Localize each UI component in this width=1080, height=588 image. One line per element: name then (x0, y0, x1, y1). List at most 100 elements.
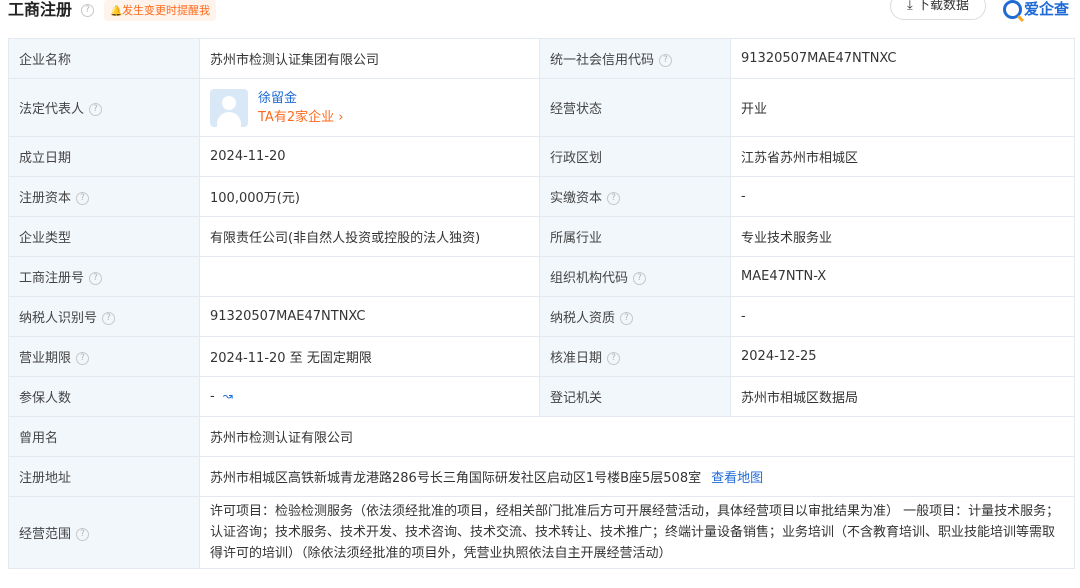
view-map-link[interactable]: 查看地图 (711, 471, 763, 486)
taxpayer-qual-label: 纳税人资质 (550, 311, 616, 326)
legal-rep-label-cell: 法定代表人? (8, 78, 200, 137)
logo-text: 爱企查 (1024, 0, 1070, 18)
section-title: 工商注册 (8, 0, 73, 19)
scope-label: 经营范围 (19, 527, 72, 542)
trend-chart-icon[interactable]: ↝ (223, 389, 233, 403)
region-label: 行政区划 (539, 136, 731, 177)
table-row: 企业类型 有限责任公司(非自然人投资或控股的法人独资) 所属行业 专业技术服务业 (8, 216, 1075, 257)
approval-date-label: 核准日期 (550, 351, 603, 366)
org-code-label-cell: 组织机构代码? (539, 256, 731, 297)
help-icon[interactable]: ? (607, 192, 621, 205)
term-label-cell: 营业期限? (8, 336, 200, 377)
business-scope: 许可项目：检验检测服务（依法须经批准的项目，经相关部门批准后方可开展经营活动，具… (199, 496, 1075, 569)
reg-number-label-cell: 工商注册号? (8, 256, 200, 297)
former-name: 苏州市检测认证有限公司 (199, 416, 1075, 457)
download-label: 下载数据 (916, 0, 969, 13)
help-icon[interactable]: ? (607, 352, 621, 365)
industry-label: 所属行业 (539, 216, 731, 257)
company-type-label: 企业类型 (8, 216, 200, 257)
legal-rep-name[interactable]: 徐留金 (258, 89, 343, 108)
address-cell: 苏州市相城区高铁新城青龙港路286号长三角国际研发社区启动区1号楼B座5层508… (199, 456, 1075, 497)
change-alert-label: 发生变更时提醒我 (122, 4, 210, 17)
company-type: 有限责任公司(非自然人投资或控股的法人独资) (199, 216, 540, 257)
established-label: 成立日期 (8, 136, 200, 177)
reg-capital: 100,000万(元) (199, 176, 540, 217)
legal-rep-label: 法定代表人 (19, 102, 85, 117)
help-icon[interactable]: ? (76, 352, 90, 365)
legal-rep-info: 徐留金 TA有2家企业 › (258, 89, 343, 127)
status: 开业 (730, 78, 1075, 137)
business-registration-table: 企业名称 苏州市检测认证集团有限公司 统一社会信用代码? 91320507MAE… (8, 38, 1075, 569)
bell-icon: 🔔 (110, 6, 123, 17)
credit-code: 91320507MAE47NTNXC (730, 38, 1075, 79)
table-row: 注册资本? 100,000万(元) 实缴资本? - (8, 176, 1075, 217)
help-icon[interactable]: ? (89, 272, 103, 285)
registrar-label: 登记机关 (539, 376, 731, 417)
download-button[interactable]: ⤓ 下载数据 (890, 0, 986, 20)
table-row: 参保人数 - ↝ 登记机关 苏州市相城区数据局 (8, 376, 1075, 417)
legal-rep-cell: 徐留金 TA有2家企业 › (199, 78, 540, 137)
chevron-right-icon: › (338, 109, 344, 125)
table-row: 企业名称 苏州市检测认证集团有限公司 统一社会信用代码? 91320507MAE… (8, 38, 1075, 79)
table-row: 工商注册号? 组织机构代码? MAE47NTN-X (8, 256, 1075, 297)
established: 2024-11-20 (199, 136, 540, 177)
term: 2024-11-20 至 无固定期限 (199, 336, 540, 377)
company-name: 苏州市检测认证集团有限公司 (199, 38, 540, 79)
reg-capital-label-cell: 注册资本? (8, 176, 200, 217)
help-icon[interactable]: ? (102, 312, 116, 325)
scope-label-cell: 经营范围? (8, 496, 200, 569)
industry: 专业技术服务业 (730, 216, 1075, 257)
help-icon[interactable]: ? (76, 528, 90, 541)
legal-rep-companies-link[interactable]: TA有2家企业 › (258, 108, 343, 127)
download-icon: ⤓ (907, 0, 913, 13)
registrar: 苏州市相城区数据局 (730, 376, 1075, 417)
taxpayer-id-label-cell: 纳税人识别号? (8, 296, 200, 337)
table-row: 纳税人识别号? 91320507MAE47NTNXC 纳税人资质? - (8, 296, 1075, 337)
avatar[interactable] (210, 88, 248, 127)
taxpayer-qual-label-cell: 纳税人资质? (539, 296, 731, 337)
address-label: 注册地址 (8, 456, 200, 497)
reg-number (199, 256, 540, 297)
table-row: 曾用名 苏州市检测认证有限公司 (8, 416, 1075, 457)
insured-label: 参保人数 (8, 376, 200, 417)
insured-cell: - ↝ (199, 376, 540, 417)
table-row: 注册地址 苏州市相城区高铁新城青龙港路286号长三角国际研发社区启动区1号楼B座… (8, 456, 1075, 497)
table-row: 成立日期 2024-11-20 行政区划 江苏省苏州市相城区 (8, 136, 1075, 177)
table-row: 营业期限? 2024-11-20 至 无固定期限 核准日期? 2024-12-2… (8, 336, 1075, 377)
term-label: 营业期限 (19, 351, 72, 366)
company-name-label: 企业名称 (8, 38, 200, 79)
legal-rep-companies: TA有2家企业 (258, 109, 335, 125)
brand-logo[interactable]: 爱企查 (1003, 0, 1069, 21)
taxpayer-id: 91320507MAE47NTNXC (199, 296, 540, 337)
section-header: 工商注册 ? 🔔发生变更时提醒我 ⤓ 下载数据 爱企查 (0, 0, 1080, 26)
table-row: 经营范围? 许可项目：检验检测服务（依法须经批准的项目，经相关部门批准后方可开展… (8, 496, 1075, 569)
help-icon[interactable]: ? (633, 272, 647, 285)
change-alert-button[interactable]: 🔔发生变更时提醒我 (104, 0, 216, 21)
reg-number-label: 工商注册号 (19, 271, 85, 286)
paid-capital-label: 实缴资本 (550, 191, 603, 206)
taxpayer-qual: - (730, 296, 1075, 337)
taxpayer-id-label: 纳税人识别号 (19, 311, 98, 326)
region: 江苏省苏州市相城区 (730, 136, 1075, 177)
credit-code-label-cell: 统一社会信用代码? (539, 38, 731, 79)
legal-rep: 徐留金 TA有2家企业 › (210, 88, 529, 127)
approval-date-label-cell: 核准日期? (539, 336, 731, 377)
insured: - (210, 389, 215, 404)
reg-capital-label: 注册资本 (19, 191, 72, 206)
help-icon[interactable]: ? (620, 312, 634, 325)
org-code-label: 组织机构代码 (550, 271, 629, 286)
former-name-label: 曾用名 (8, 416, 200, 457)
help-icon[interactable]: ? (89, 103, 103, 116)
org-code: MAE47NTN-X (730, 256, 1075, 297)
paid-capital: - (730, 176, 1075, 217)
paid-capital-label-cell: 实缴资本? (539, 176, 731, 217)
credit-code-label: 统一社会信用代码 (550, 53, 655, 68)
table-row: 法定代表人? 徐留金 TA有2家企业 › 经营状态 开业 (8, 78, 1075, 137)
logo-icon (1003, 0, 1022, 19)
approval-date: 2024-12-25 (730, 336, 1075, 377)
status-label: 经营状态 (539, 78, 731, 137)
help-icon[interactable]: ? (659, 54, 673, 67)
help-icon[interactable]: ? (76, 192, 90, 205)
address: 苏州市相城区高铁新城青龙港路286号长三角国际研发社区启动区1号楼B座5层508… (210, 471, 702, 486)
help-icon[interactable]: ? (81, 4, 94, 17)
